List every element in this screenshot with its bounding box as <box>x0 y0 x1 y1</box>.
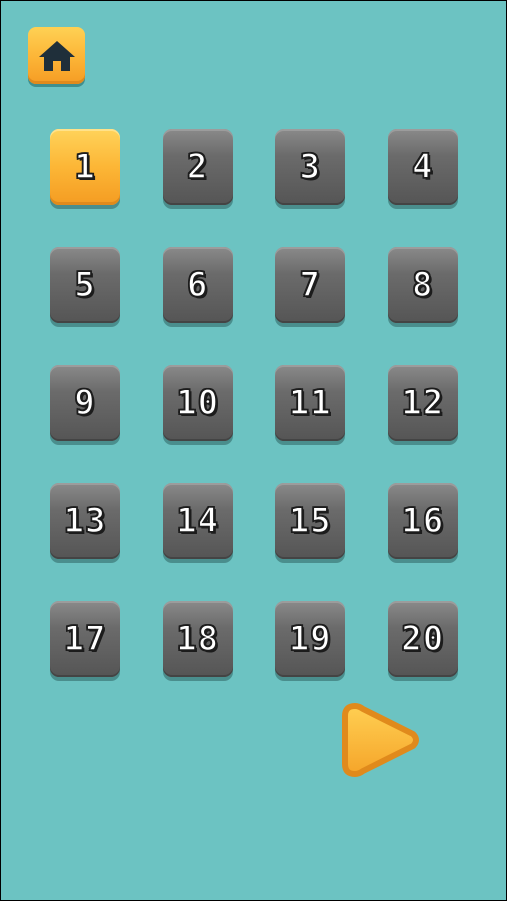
level-button-16[interactable]: 16 <box>387 483 458 559</box>
play-arrow-icon <box>342 703 419 777</box>
level-number: 8 <box>411 264 434 306</box>
level-number: 9 <box>73 382 96 424</box>
next-page-button[interactable] <box>341 698 421 782</box>
level-button-15[interactable]: 15 <box>275 483 346 559</box>
level-number: 18 <box>175 618 220 660</box>
level-number: 13 <box>63 500 107 542</box>
level-number: 20 <box>401 618 445 660</box>
level-number: 5 <box>73 264 96 306</box>
home-button[interactable] <box>28 27 85 84</box>
level-number: 15 <box>288 500 332 542</box>
home-icon <box>38 40 75 71</box>
level-button-9[interactable]: 9 <box>50 365 120 441</box>
level-button-10[interactable]: 10 <box>162 365 233 441</box>
level-button-2[interactable]: 2 <box>162 129 233 205</box>
level-button-6[interactable]: 6 <box>162 247 233 323</box>
level-number: 11 <box>288 382 332 424</box>
level-number: 4 <box>411 146 434 188</box>
level-number: 10 <box>175 382 220 424</box>
level-number: 7 <box>299 264 321 306</box>
level-number: 14 <box>175 500 220 542</box>
level-number: 17 <box>63 618 107 660</box>
level-button-8[interactable]: 8 <box>387 247 458 323</box>
level-button-20[interactable]: 20 <box>387 601 458 677</box>
level-select-screen: 1 2 3 4 5 6 7 8 9 10 11 12 13 14 15 16 1… <box>0 0 507 901</box>
level-button-14[interactable]: 14 <box>162 483 233 559</box>
level-button-19[interactable]: 19 <box>275 601 346 677</box>
level-button-11[interactable]: 11 <box>275 365 346 441</box>
level-button-7[interactable]: 7 <box>275 247 346 323</box>
level-number: 16 <box>401 500 445 542</box>
level-number: 1 <box>73 146 96 188</box>
level-number: 2 <box>186 146 209 188</box>
level-number: 3 <box>299 146 321 188</box>
level-button-4[interactable]: 4 <box>387 129 458 205</box>
level-button-12[interactable]: 12 <box>387 365 458 441</box>
level-number: 12 <box>401 382 445 424</box>
level-button-18[interactable]: 18 <box>162 601 233 677</box>
level-button-13[interactable]: 13 <box>50 483 120 559</box>
level-number: 19 <box>288 618 332 660</box>
level-button-17[interactable]: 17 <box>50 601 120 677</box>
level-grid: 1 2 3 4 5 6 7 8 9 10 11 12 13 14 15 16 1… <box>50 129 458 677</box>
level-number: 6 <box>186 264 209 306</box>
level-button-1[interactable]: 1 <box>50 129 120 205</box>
level-button-5[interactable]: 5 <box>50 247 120 323</box>
level-button-3[interactable]: 3 <box>275 129 346 205</box>
